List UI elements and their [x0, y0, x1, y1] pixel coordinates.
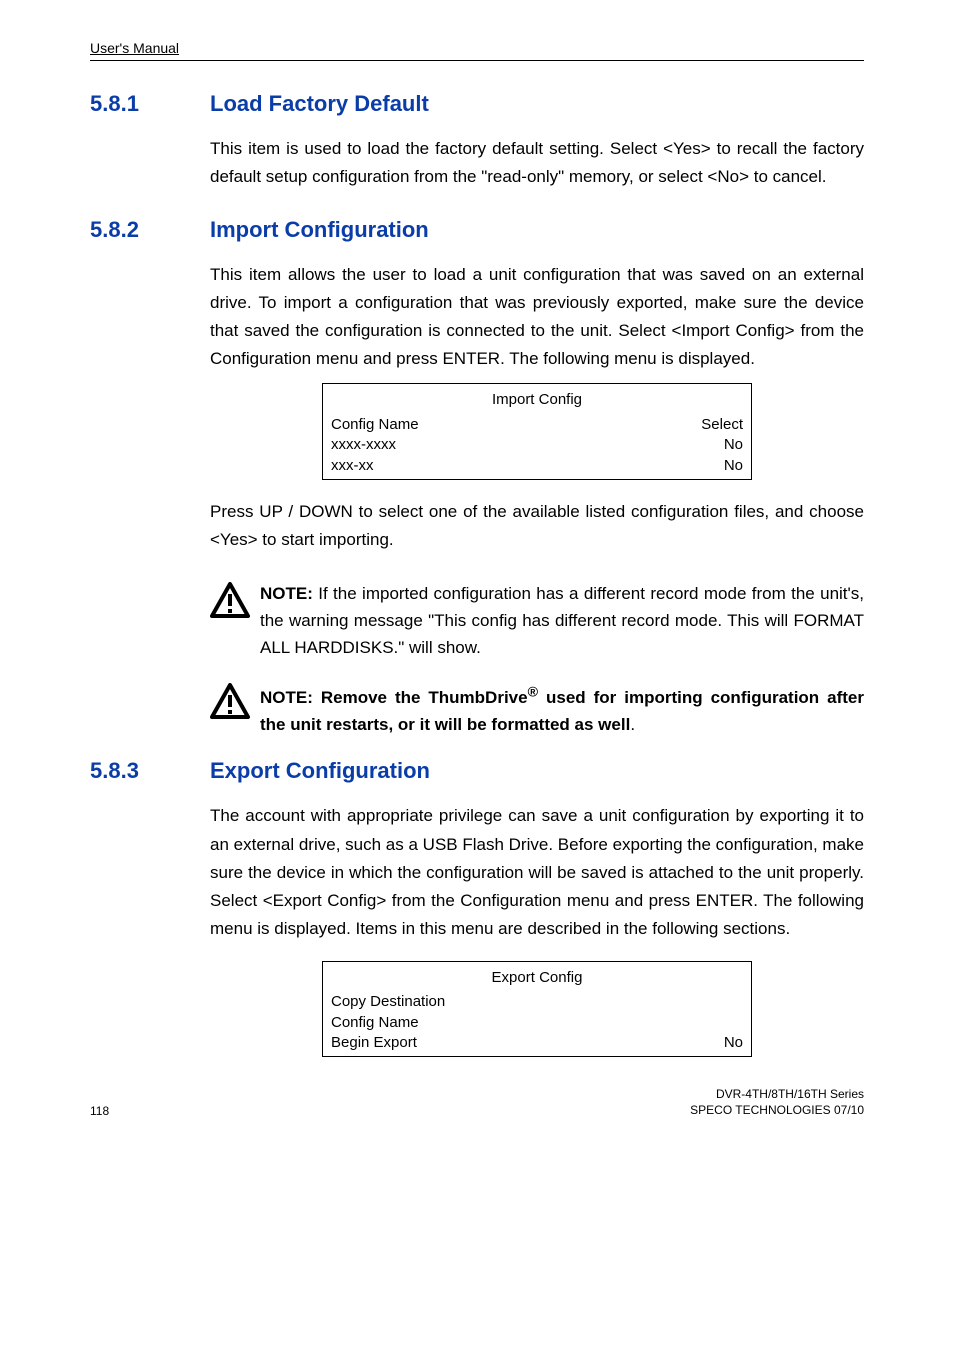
table-row: xxx-xx No [331, 456, 743, 476]
warning-icon [210, 683, 250, 719]
cell-left: Begin Export [331, 1033, 417, 1053]
registered-mark: ® [528, 684, 538, 700]
note-1-label: NOTE: [260, 584, 313, 603]
table-row: Config Name [331, 1013, 743, 1033]
table-row: xxxx-xxxx No [331, 435, 743, 455]
section-582-num: 5.8.2 [90, 217, 210, 243]
section-582-heading: 5.8.2 Import Configuration [90, 217, 864, 243]
section-583-text: The account with appropriate privilege c… [210, 802, 864, 942]
cell-left: Config Name [331, 1013, 419, 1033]
table-row: Begin Export No [331, 1033, 743, 1053]
cell-left: xxxx-xxxx [331, 435, 396, 455]
section-582-body1: This item allows the user to load a unit… [210, 261, 864, 554]
import-config-table: Import Config Config Name Select xxxx-xx… [322, 383, 752, 480]
footer-series: DVR-4TH/8TH/16TH Series [690, 1087, 864, 1103]
section-583-num: 5.8.3 [90, 758, 210, 784]
section-581-num: 5.8.1 [90, 91, 210, 117]
note-block-2: NOTE: Remove the ThumbDrive® used for im… [210, 681, 864, 738]
note-2-pre: NOTE: Remove the ThumbDrive [260, 688, 528, 707]
section-583-heading: 5.8.3 Export Configuration [90, 758, 864, 784]
page-number: 118 [90, 1104, 109, 1118]
section-581-title: Load Factory Default [210, 91, 429, 117]
cell-left: Copy Destination [331, 992, 445, 1012]
cell-right: No [724, 456, 743, 476]
cell-left: xxx-xx [331, 456, 374, 476]
cell-right: Select [701, 415, 743, 435]
note-1-text: NOTE: If the imported configuration has … [260, 580, 864, 662]
section-581-body: This item is used to load the factory de… [210, 135, 864, 191]
table-row: Copy Destination [331, 992, 743, 1012]
header: User's Manual [90, 40, 864, 61]
table-row: Config Name Select [331, 415, 743, 435]
note-block-1: NOTE: If the imported configuration has … [210, 580, 864, 662]
footer-company: SPECO TECHNOLOGIES 07/10 [690, 1103, 864, 1119]
section-583-title: Export Configuration [210, 758, 430, 784]
export-config-table: Export Config Copy Destination Config Na… [322, 961, 752, 1058]
note-2-text: NOTE: Remove the ThumbDrive® used for im… [260, 681, 864, 738]
footer-right: DVR-4TH/8TH/16TH Series SPECO TECHNOLOGI… [690, 1087, 864, 1118]
export-config-title: Export Config [331, 964, 743, 993]
footer: 118 DVR-4TH/8TH/16TH Series SPECO TECHNO… [90, 1087, 864, 1118]
warning-icon [210, 582, 250, 618]
section-581-heading: 5.8.1 Load Factory Default [90, 91, 864, 117]
section-581-text: This item is used to load the factory de… [210, 135, 864, 191]
header-manual: User's Manual [90, 40, 179, 56]
cell-right: No [724, 435, 743, 455]
note-1-body: If the imported configuration has a diff… [260, 584, 864, 657]
section-582-text1: This item allows the user to load a unit… [210, 261, 864, 373]
section-583-body: The account with appropriate privilege c… [210, 802, 864, 1057]
section-582-title: Import Configuration [210, 217, 429, 243]
section-582-text2: Press UP / DOWN to select one of the ava… [210, 498, 864, 554]
cell-left: Config Name [331, 415, 419, 435]
import-config-title: Import Config [331, 386, 743, 415]
cell-right: No [724, 1033, 743, 1053]
